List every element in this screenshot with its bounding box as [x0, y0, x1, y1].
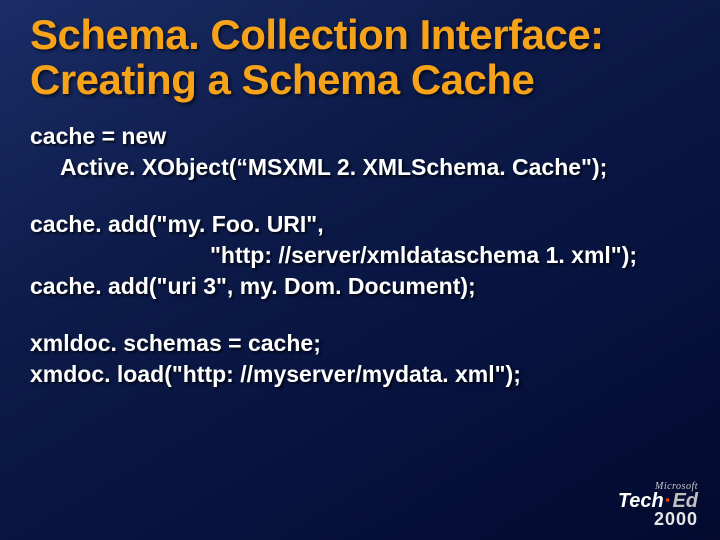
title-line-1: Schema. Collection Interface: [30, 12, 690, 57]
code-line: cache. add("uri 3", my. Dom. Document); [30, 271, 690, 302]
title-line-2: Creating a Schema Cache [30, 57, 690, 102]
slide: Schema. Collection Interface: Creating a… [0, 0, 720, 540]
slide-title: Schema. Collection Interface: Creating a… [30, 12, 690, 103]
logo-year: 2000 [618, 510, 698, 528]
code-line: cache = new [30, 121, 690, 152]
teched-logo: Microsoft Tech·Ed 2000 [618, 481, 698, 528]
code-block-1: cache = new Active. XObject(“MSXML 2. XM… [30, 121, 690, 183]
code-block-3: xmldoc. schemas = cache; xmdoc. load("ht… [30, 328, 690, 390]
code-line: xmdoc. load("http: //myserver/mydata. xm… [30, 359, 690, 390]
code-line: cache. add("my. Foo. URI", [30, 209, 690, 240]
slide-body: cache = new Active. XObject(“MSXML 2. XM… [30, 121, 690, 390]
code-line: xmldoc. schemas = cache; [30, 328, 690, 359]
logo-product: Tech·Ed [618, 492, 698, 510]
code-block-2: cache. add("my. Foo. URI", "http: //serv… [30, 209, 690, 302]
code-line: Active. XObject(“MSXML 2. XMLSchema. Cac… [30, 152, 690, 183]
code-line: "http: //server/xmldataschema 1. xml"); [30, 240, 690, 271]
